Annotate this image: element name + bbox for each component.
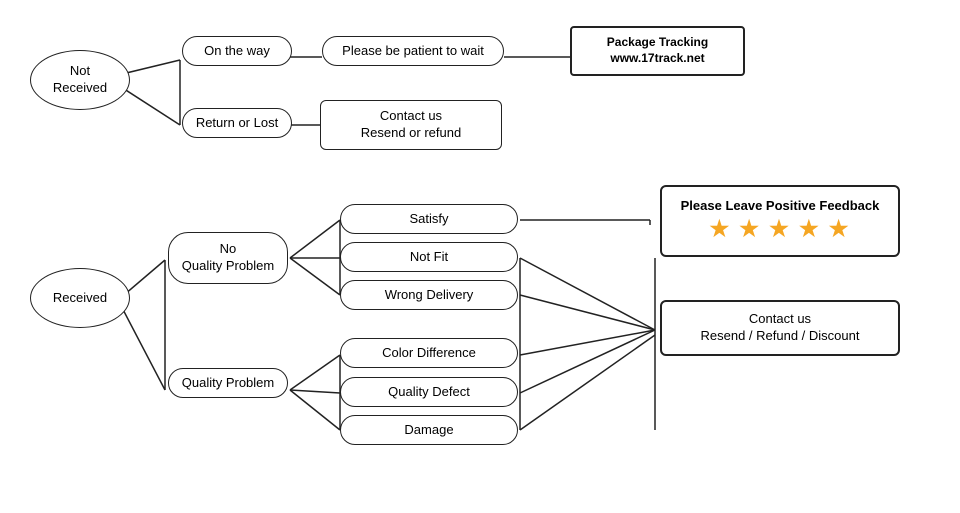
satisfy-label: Satisfy [409,211,448,228]
contact-resend-label: Contact usResend or refund [361,108,461,142]
quality-problem-node: Quality Problem [168,368,288,398]
package-tracking-node: Package Trackingwww.17track.net [570,26,745,76]
damage-label: Damage [404,422,453,439]
received-label: Received [53,290,107,307]
color-diff-label: Color Difference [382,345,476,362]
wrong-delivery-label: Wrong Delivery [385,287,474,304]
no-quality-node: NoQuality Problem [168,232,288,284]
quality-defect-node: Quality Defect [340,377,518,407]
damage-node: Damage [340,415,518,445]
on-the-way-label: On the way [204,43,270,60]
received-node: Received [30,268,130,328]
on-the-way-node: On the way [182,36,292,66]
satisfy-node: Satisfy [340,204,518,234]
return-lost-node: Return or Lost [182,108,292,138]
patient-node: Please be patient to wait [322,36,504,66]
feedback-node: Please Leave Positive Feedback ★ ★ ★ ★ ★ [660,185,900,257]
not-fit-node: Not Fit [340,242,518,272]
return-lost-label: Return or Lost [196,115,278,132]
feedback-stars: ★ ★ ★ ★ ★ [709,215,850,244]
quality-problem-label: Quality Problem [182,375,274,392]
diagram: NotReceived On the way Please be patient… [0,0,960,513]
contact-resend-node: Contact usResend or refund [320,100,502,150]
not-received-label: NotReceived [53,63,107,97]
feedback-text-label: Please Leave Positive Feedback [681,198,880,215]
contact-refund-label: Contact usResend / Refund / Discount [701,311,860,345]
not-received-node: NotReceived [30,50,130,110]
package-tracking-label: Package Trackingwww.17track.net [607,35,708,66]
no-quality-label: NoQuality Problem [182,241,274,275]
color-diff-node: Color Difference [340,338,518,368]
contact-refund-node: Contact usResend / Refund / Discount [660,300,900,356]
not-fit-label: Not Fit [410,249,448,266]
wrong-delivery-node: Wrong Delivery [340,280,518,310]
quality-defect-label: Quality Defect [388,384,470,401]
patient-label: Please be patient to wait [342,43,484,60]
